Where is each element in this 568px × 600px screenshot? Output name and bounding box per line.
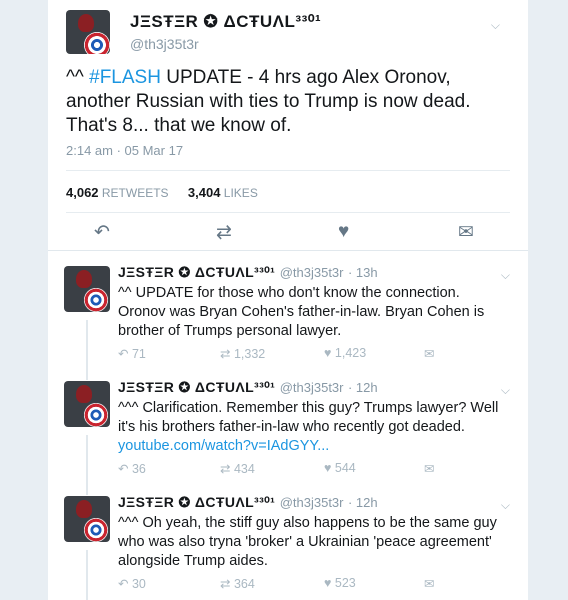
heart-icon: ♥ xyxy=(324,346,332,360)
like-action[interactable]: ♥ 523 xyxy=(324,576,356,590)
retweet-count: 1,332 xyxy=(233,347,266,361)
retweet-icon[interactable]: ⇄ xyxy=(216,221,232,244)
author-handle[interactable]: @th3j35t3r xyxy=(280,380,344,395)
message-icon[interactable]: ✉ xyxy=(424,346,434,361)
retweet-count: 434 xyxy=(233,462,255,476)
reply-action[interactable]: ↶ 36 xyxy=(118,461,146,476)
avatar-figure xyxy=(76,270,92,288)
shield-icon xyxy=(84,403,108,427)
author-name[interactable]: JΞSŦΞR ✪ ΔCŦUΛL³³⁰¹ xyxy=(130,12,321,32)
chevron-down-icon[interactable]: ⌵ xyxy=(501,383,510,398)
reply-count: 71 xyxy=(131,347,146,361)
heart-icon: ♥ xyxy=(324,461,332,475)
author-name[interactable]: JΞSŦΞR ✪ ΔCŦUΛL³³⁰¹ xyxy=(118,264,275,280)
like-count: 544 xyxy=(334,461,356,475)
heart-icon: ♥ xyxy=(324,576,332,590)
reply-header: JΞSŦΞR ✪ ΔCŦUΛL³³⁰¹ @th3j35t3r · 12h xyxy=(118,379,378,397)
retweet-icon: ⇄ xyxy=(220,577,231,591)
chevron-down-icon[interactable]: ⌵ xyxy=(501,268,510,283)
reply-action[interactable]: ↶ 71 xyxy=(118,346,146,361)
tweet-text: ^^ #FLASH UPDATE - 4 hrs ago Alex Oronov… xyxy=(66,66,516,138)
hashtag-link[interactable]: #FLASH xyxy=(89,67,161,88)
heart-icon[interactable]: ♥ xyxy=(338,221,349,243)
tweet-stats: 4,062 RETWEETS 3,404 LIKES xyxy=(66,185,274,200)
message-icon[interactable]: ✉ xyxy=(458,221,474,244)
retweet-action[interactable]: ⇄ 364 xyxy=(220,576,255,591)
likes-stat[interactable]: 3,404 LIKES xyxy=(187,185,258,200)
author-handle[interactable]: @th3j35t3r xyxy=(280,495,344,510)
retweet-action[interactable]: ⇄ 1,332 xyxy=(220,346,265,361)
tweet-text-prefix: ^^ xyxy=(66,67,90,88)
divider xyxy=(48,250,528,251)
shield-icon xyxy=(84,288,108,312)
tweet-actions: ↶ ⇄ ♥ ✉ xyxy=(48,215,528,249)
reply-header: JΞSŦΞR ✪ ΔCŦUΛL³³⁰¹ @th3j35t3r · 12h xyxy=(118,494,378,512)
likes-count: 3,404 xyxy=(187,185,221,200)
author-name[interactable]: JΞSŦΞR ✪ ΔCŦUΛL³³⁰¹ xyxy=(118,494,275,510)
reply-count: 36 xyxy=(131,462,146,476)
reply-icon: ↶ xyxy=(118,347,129,361)
avatar-figure xyxy=(78,14,94,32)
reply-text: ^^ UPDATE for those who don't know the c… xyxy=(118,285,485,339)
reply-text-body: ^^^ Clarification. Remember this guy? Tr… xyxy=(118,400,499,435)
reply-tweet[interactable]: JΞSŦΞR ✪ ΔCŦUΛL³³⁰¹ @th3j35t3r · 12h ⌵ ^… xyxy=(48,482,528,597)
reply-count: 30 xyxy=(131,577,146,591)
avatar-figure xyxy=(76,385,92,403)
tweet-timestamp[interactable]: 2:14 am · 05 Mar 17 xyxy=(66,143,183,158)
like-action[interactable]: ♥ 1,423 xyxy=(324,346,366,360)
reply-icon: ↶ xyxy=(118,462,129,476)
avatar[interactable] xyxy=(64,266,110,312)
divider xyxy=(66,212,510,213)
retweet-action[interactable]: ⇄ 434 xyxy=(220,461,255,476)
reply-link[interactable]: youtube.com/watch?v=IAdGYY... xyxy=(118,438,329,454)
main-tweet: JΞSŦΞR ✪ ΔCŦUΛL³³⁰¹ @th3j35t3r ⌵ ^^ #FLA… xyxy=(48,0,528,250)
chevron-down-icon[interactable]: ⌵ xyxy=(491,18,500,33)
reply-header: JΞSŦΞR ✪ ΔCŦUΛL³³⁰¹ @th3j35t3r · 13h xyxy=(118,264,378,282)
avatar[interactable] xyxy=(66,10,110,54)
chevron-down-icon[interactable]: ⌵ xyxy=(501,498,510,513)
retweet-count: 364 xyxy=(233,577,255,591)
like-count: 1,423 xyxy=(334,346,367,360)
author-handle[interactable]: @th3j35t3r xyxy=(280,265,344,280)
retweet-icon: ⇄ xyxy=(220,347,231,361)
message-icon[interactable]: ✉ xyxy=(424,576,434,591)
reply-tweet[interactable]: JΞSŦΞR ✪ ΔCŦUΛL³³⁰¹ @th3j35t3r · 12h ⌵ ^… xyxy=(48,367,528,482)
author-handle[interactable]: @th3j35t3r xyxy=(130,36,199,52)
avatar-figure xyxy=(76,500,92,518)
avatar[interactable] xyxy=(64,381,110,427)
reply-icon[interactable]: ↶ xyxy=(94,221,110,244)
retweets-count: 4,062 xyxy=(66,185,99,200)
reply-text: ^^^ Oh yeah, the stiff guy also happens … xyxy=(118,515,497,569)
message-icon[interactable]: ✉ xyxy=(424,461,434,476)
reply-time[interactable]: · 12h xyxy=(348,495,378,510)
author-name[interactable]: JΞSŦΞR ✪ ΔCŦUΛL³³⁰¹ xyxy=(118,379,275,395)
tweet-thread: JΞSŦΞR ✪ ΔCŦUΛL³³⁰¹ @th3j35t3r ⌵ ^^ #FLA… xyxy=(48,0,528,600)
like-count: 523 xyxy=(334,576,356,590)
shield-icon xyxy=(84,518,108,542)
reply-action[interactable]: ↶ 30 xyxy=(118,576,146,591)
reply-tweet[interactable]: JΞSŦΞR ✪ ΔCŦUΛL³³⁰¹ @th3j35t3r · 13h ⌵ ^… xyxy=(48,252,528,367)
reply-time[interactable]: · 13h xyxy=(348,265,378,280)
divider xyxy=(66,170,510,171)
reply-text: ^^^ Clarification. Remember this guy? Tr… xyxy=(118,399,510,456)
retweet-icon: ⇄ xyxy=(220,462,231,476)
retweets-label: RETWEETS xyxy=(101,186,169,200)
reply-time[interactable]: · 12h xyxy=(348,380,378,395)
shield-icon xyxy=(84,32,110,54)
like-action[interactable]: ♥ 544 xyxy=(324,461,356,475)
reply-icon: ↶ xyxy=(118,577,129,591)
likes-label: LIKES xyxy=(223,186,258,200)
retweets-stat[interactable]: 4,062 RETWEETS xyxy=(66,185,169,200)
avatar[interactable] xyxy=(64,496,110,542)
